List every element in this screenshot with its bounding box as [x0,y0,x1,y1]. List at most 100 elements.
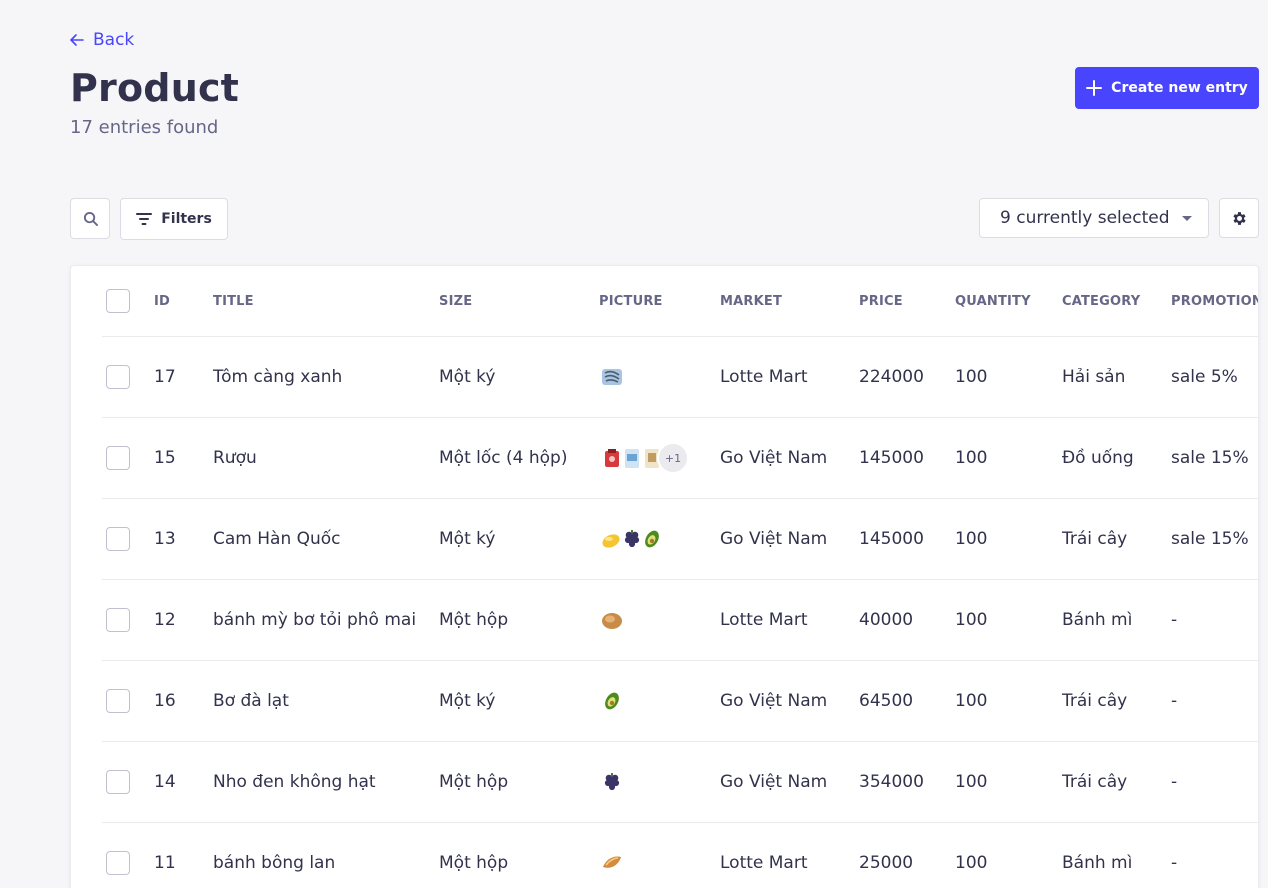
bread-icon [599,607,625,633]
caret-down-icon [1182,215,1192,221]
column-header-title[interactable]: TITLE [213,266,254,336]
cell-title: Cam Hàn Quốc [213,529,341,549]
cell-promotion: - [1171,772,1178,792]
cell-id: 14 [154,772,176,792]
row-checkbox[interactable] [106,527,130,551]
grape-icon [599,769,625,795]
back-link[interactable]: Back [69,30,134,50]
back-label: Back [93,30,135,50]
table-row[interactable]: 12 bánh mỳ bơ tỏi phô mai Một hộp Lotte Mar… [102,580,1258,661]
cell-id: 17 [154,367,176,387]
cell-quantity: 100 [955,853,988,873]
columns-select[interactable]: 9 currently selected [979,198,1209,238]
avocado-icon [599,688,625,714]
row-checkbox-cell [106,580,130,660]
search-icon [83,211,98,226]
entries-count: 17 entries found [70,117,219,138]
columns-selected-label: 9 currently selected [1000,208,1170,228]
cell-category: Bánh mì [1062,853,1133,873]
settings-button[interactable] [1219,198,1259,238]
cell-title: bánh mỳ bơ tỏi phô mai [213,610,417,630]
column-header-category[interactable]: CATEGORY [1062,266,1140,336]
table-row[interactable]: 17 Tôm càng xanh Một ký Lotte Mart 224000 100… [102,337,1258,418]
table-row[interactable]: 15 Rượu Một lốc (4 hộp) +1 Go Việt Nam 145000… [102,418,1258,499]
row-checkbox[interactable] [106,365,130,389]
more-pictures-badge: +1 [657,442,689,474]
cell-size: Một lốc (4 hộp) [439,448,568,468]
cell-price: 64500 [859,691,914,711]
table-row[interactable]: 14 Nho đen không hạt Một hộp Go Việt Nam 354… [102,742,1258,823]
cell-quantity: 100 [955,772,988,792]
cell-category: Trái cây [1062,691,1128,711]
row-checkbox[interactable] [106,446,130,470]
column-header-size[interactable]: SIZE [439,266,472,336]
cell-promotion: - [1171,853,1178,873]
table-header-row: ID TITLE SIZE PICTURE MARKET PRICE QUANT… [102,266,1258,337]
cell-price: 145000 [859,448,924,468]
cell-market: Go Việt Nam [720,691,828,711]
cell-picture [599,337,622,417]
cell-picture [599,823,621,888]
filters-button[interactable]: Filters [120,198,228,240]
column-header-id[interactable]: ID [154,266,170,336]
column-header-quantity[interactable]: QUANTITY [955,266,1031,336]
row-checkbox[interactable] [106,851,130,875]
row-checkbox-cell [106,661,130,741]
cell-category: Hải sản [1062,367,1126,387]
row-checkbox-cell [106,823,130,888]
page-title: Product [70,66,240,110]
cell-title: bánh bông lan [213,853,336,873]
row-checkbox-cell [106,499,130,579]
cell-size: Một hộp [439,610,509,630]
cell-picture [599,580,622,660]
cell-market: Go Việt Nam [720,448,828,468]
cell-price: 40000 [859,610,914,630]
table-row[interactable]: 13 Cam Hàn Quốc Một ký Go Việt Nam 145000 100… [102,499,1258,580]
cell-category: Trái cây [1062,772,1128,792]
cell-title: Tôm càng xanh [213,367,343,387]
cell-title: Bơ đà lạt [213,691,289,711]
arrow-left-icon [70,34,84,46]
cell-size: Một ký [439,529,496,549]
cell-quantity: 100 [955,610,988,630]
cell-size: Một ký [439,691,496,711]
row-checkbox[interactable] [106,608,130,632]
select-all-checkbox[interactable] [106,289,130,313]
gear-icon [1232,211,1246,225]
plus-icon [1086,80,1103,96]
row-checkbox[interactable] [106,689,130,713]
cell-price: 145000 [859,529,924,549]
cell-category: Trái cây [1062,529,1128,549]
cell-promotion: sale 5% [1171,367,1238,387]
cell-price: 224000 [859,367,924,387]
create-new-entry-label: Create new entry [1111,80,1248,96]
filters-label: Filters [161,211,212,227]
cell-title: Rượu [213,448,257,468]
cell-size: Một ký [439,367,496,387]
column-header-market[interactable]: MARKET [720,266,782,336]
cell-id: 12 [154,610,176,630]
filter-icon [136,213,153,225]
cell-market: Go Việt Nam [720,529,828,549]
cell-category: Đồ uống [1062,448,1134,468]
cell-size: Một hộp [439,772,509,792]
cell-picture [599,661,619,741]
row-checkbox-cell [106,337,130,417]
row-checkbox-cell [106,418,130,498]
create-new-entry-button[interactable]: Create new entry [1075,67,1259,109]
table-row[interactable]: 16 Bơ đà lạt Một ký Go Việt Nam 64500 100 Trái… [102,661,1258,742]
cell-quantity: 100 [955,448,988,468]
table-row[interactable]: 11 bánh bông lan Một hộp Lotte Mart 25000 100… [102,823,1258,888]
cell-id: 13 [154,529,176,549]
row-checkbox-cell [106,742,130,822]
cell-price: 25000 [859,853,914,873]
column-header-promotion[interactable]: PROMOTION [1171,266,1258,336]
row-checkbox[interactable] [106,770,130,794]
cell-market: Go Việt Nam [720,772,828,792]
cell-id: 11 [154,853,176,873]
column-header-price[interactable]: PRICE [859,266,903,336]
avocado-icon [639,526,665,552]
cell-promotion: sale 15% [1171,529,1249,549]
cell-quantity: 100 [955,691,988,711]
search-button[interactable] [70,198,110,239]
